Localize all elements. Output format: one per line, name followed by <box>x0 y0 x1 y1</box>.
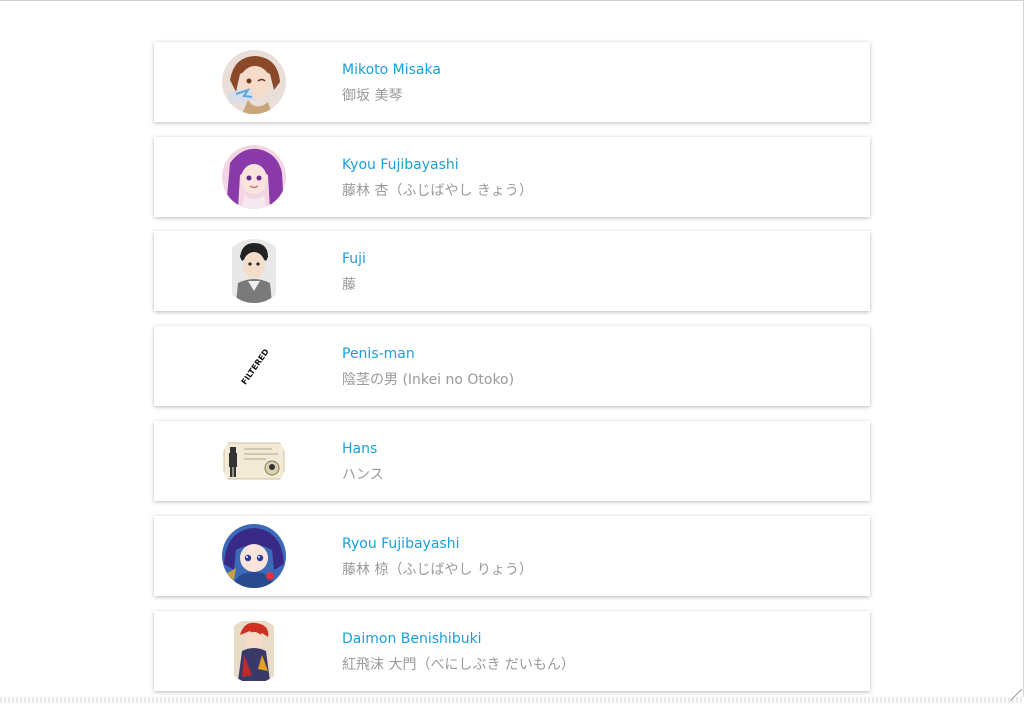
character-card: Hans ハンス <box>154 421 870 501</box>
fuji-avatar-icon[interactable] <box>222 239 286 303</box>
character-japanese-name: 藤林 椋（ふじばやし りょう） <box>342 562 533 578</box>
hans-avatar-icon[interactable] <box>222 429 286 493</box>
character-card: Mikoto Misaka 御坂 美琴 <box>154 42 870 122</box>
page-bottom-edge <box>0 697 1024 703</box>
character-japanese-name: 藤 <box>342 277 356 293</box>
character-name-link[interactable]: Ryou Fujibayashi <box>342 536 459 552</box>
character-card: Daimon Benishibuki 紅飛沫 大門（べにしぶき だいもん） <box>154 611 870 691</box>
resize-grip-icon[interactable] <box>1010 689 1022 701</box>
character-card: Kyou Fujibayashi 藤林 杏（ふじばやし きょう） <box>154 137 870 217</box>
character-name-link[interactable]: Hans <box>342 441 377 457</box>
character-name-link[interactable]: Fuji <box>342 251 366 267</box>
character-card: Ryou Fujibayashi 藤林 椋（ふじばやし りょう） <box>154 516 870 596</box>
character-japanese-name: 陰茎の男 (Inkei no Otoko) <box>342 372 515 388</box>
character-card: FILTERED Penis-man 陰茎の男 (Inkei no Otoko) <box>154 326 870 406</box>
character-japanese-name: 藤林 杏（ふじばやし きょう） <box>342 183 533 199</box>
character-name-link[interactable]: Penis-man <box>342 346 415 362</box>
character-japanese-name: 御坂 美琴 <box>342 88 403 104</box>
filtered-avatar-icon[interactable]: FILTERED <box>222 334 286 398</box>
character-name-link[interactable]: Mikoto Misaka <box>342 62 441 78</box>
character-name-link[interactable]: Daimon Benishibuki <box>342 631 482 647</box>
kyou-fujibayashi-avatar-icon[interactable] <box>222 145 286 209</box>
character-card: Fuji 藤 <box>154 231 870 311</box>
character-list: Mikoto Misaka 御坂 美琴 Kyou Fujibayashi 藤林 … <box>154 42 870 706</box>
daimon-benishibuki-avatar-icon[interactable] <box>222 619 286 683</box>
character-name-link[interactable]: Kyou Fujibayashi <box>342 157 459 173</box>
character-japanese-name: 紅飛沫 大門（べにしぶき だいもん） <box>342 657 575 673</box>
character-japanese-name: ハンス <box>342 467 384 483</box>
mikoto-misaka-avatar-icon[interactable] <box>222 50 286 114</box>
ryou-fujibayashi-avatar-icon[interactable] <box>222 524 286 588</box>
window-top-border <box>0 0 1024 1</box>
